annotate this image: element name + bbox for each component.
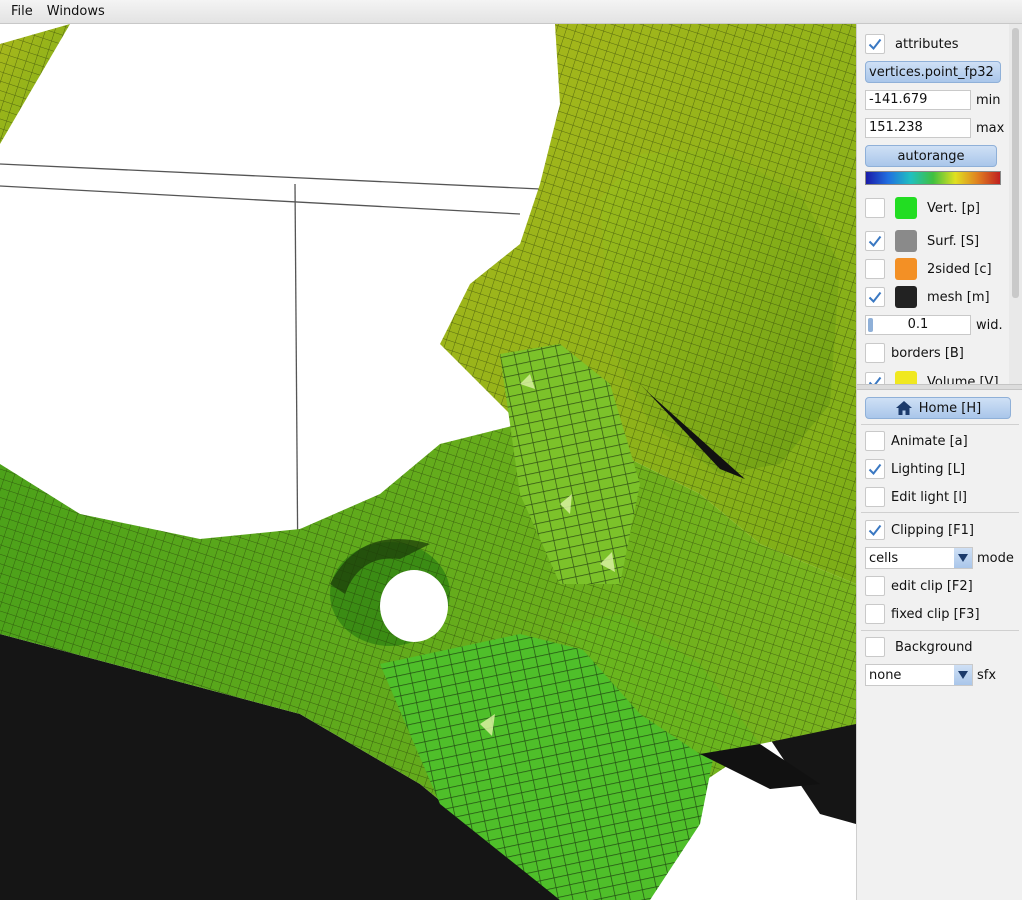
mesh-color-swatch[interactable] <box>895 286 917 308</box>
edit-clip-label: edit clip [F2] <box>891 578 973 594</box>
control-panel: attributes vertices.point_fp32 -141.679 … <box>856 24 1022 900</box>
min-label: min <box>976 92 1001 108</box>
fixed-clip-label: fixed clip [F3] <box>891 606 980 622</box>
home-label: Home [H] <box>918 400 982 416</box>
clip-mode-select[interactable]: cells <box>865 547 973 569</box>
borders-toggle[interactable]: borders [B] <box>865 341 964 365</box>
menu-file[interactable]: File <box>0 0 40 24</box>
lighting-label: Lighting [L] <box>891 461 966 477</box>
sfx-select[interactable]: none <box>865 664 973 686</box>
layer-vertices[interactable]: Vert. [p] <box>865 196 980 220</box>
vertices-label: Vert. [p] <box>927 200 980 216</box>
clipping-toggle[interactable]: Clipping [F1] <box>865 518 974 542</box>
check-icon <box>868 463 882 476</box>
width-value: 0.1 <box>907 317 929 332</box>
scrollbar-thumb[interactable] <box>1012 28 1019 298</box>
2sided-color-swatch[interactable] <box>895 258 917 280</box>
max-label: max <box>976 120 1005 136</box>
mesh-render <box>0 24 856 900</box>
check-icon <box>868 291 882 304</box>
clip-mode-label: mode <box>977 550 1014 566</box>
layer-mesh[interactable]: mesh [m] <box>865 285 990 309</box>
home-button[interactable]: Home [H] <box>865 397 1011 419</box>
background-label: Background <box>895 639 973 655</box>
animate-checkbox[interactable] <box>865 431 885 451</box>
3d-viewport[interactable] <box>0 24 856 900</box>
background-checkbox[interactable] <box>865 637 885 657</box>
2sided-checkbox[interactable] <box>865 259 885 279</box>
edit-light-label: Edit light [l] <box>891 489 968 505</box>
attributes-label: attributes <box>895 36 959 52</box>
check-icon <box>868 235 882 248</box>
volume-checkbox[interactable] <box>865 372 885 384</box>
sfx-label: sfx <box>977 667 997 683</box>
2sided-label: 2sided [c] <box>927 261 992 277</box>
fixed-clip-toggle[interactable]: fixed clip [F3] <box>865 602 980 626</box>
vertices-checkbox[interactable] <box>865 198 885 218</box>
attribute-selector[interactable]: vertices.point_fp32 <box>865 61 1001 83</box>
volume-toggle[interactable]: Volume [V] <box>865 370 999 384</box>
check-icon <box>868 38 882 51</box>
fixed-clip-checkbox[interactable] <box>865 604 885 624</box>
clipping-label: Clipping [F1] <box>891 522 974 538</box>
sfx-value: none <box>869 667 902 683</box>
colormap-bar[interactable] <box>865 171 1001 185</box>
attributes-section: attributes vertices.point_fp32 -141.679 … <box>857 24 1009 384</box>
width-label: wid. <box>976 317 1003 333</box>
chevron-down-icon <box>954 548 972 568</box>
layer-surface[interactable]: Surf. [S] <box>865 229 979 253</box>
volume-label: Volume [V] <box>927 374 999 385</box>
volume-color-swatch[interactable] <box>895 371 917 384</box>
surface-checkbox[interactable] <box>865 231 885 251</box>
width-slider-handle[interactable] <box>868 318 873 332</box>
clipping-checkbox[interactable] <box>865 520 885 540</box>
clip-mode-value: cells <box>869 550 899 566</box>
mesh-label: mesh [m] <box>927 289 990 305</box>
panel-scrollbar[interactable] <box>1009 24 1022 384</box>
lighting-checkbox[interactable] <box>865 459 885 479</box>
attributes-toggle[interactable]: attributes <box>865 32 958 56</box>
borders-label: borders [B] <box>891 345 964 361</box>
layer-2sided[interactable]: 2sided [c] <box>865 257 992 281</box>
check-icon <box>868 524 882 537</box>
min-field[interactable]: -141.679 <box>865 90 971 110</box>
background-toggle[interactable]: Background <box>865 635 973 659</box>
attributes-checkbox[interactable] <box>865 34 885 54</box>
mesh-checkbox[interactable] <box>865 287 885 307</box>
home-icon <box>895 401 912 415</box>
borders-checkbox[interactable] <box>865 343 885 363</box>
autorange-button[interactable]: autorange <box>865 145 997 167</box>
view-section: Home [H] Animate [a] Lighting [L] Edit l… <box>857 390 1022 900</box>
lighting-toggle[interactable]: Lighting [L] <box>865 457 965 481</box>
surface-color-swatch[interactable] <box>895 230 917 252</box>
surface-label: Surf. [S] <box>927 233 980 249</box>
chevron-down-icon <box>954 665 972 685</box>
menu-windows[interactable]: Windows <box>40 0 112 24</box>
check-icon <box>868 376 882 384</box>
vertices-color-swatch[interactable] <box>895 197 917 219</box>
edit-clip-checkbox[interactable] <box>865 576 885 596</box>
max-field[interactable]: 151.238 <box>865 118 971 138</box>
width-slider[interactable]: 0.1 <box>865 315 971 335</box>
edit-clip-toggle[interactable]: edit clip [F2] <box>865 574 973 598</box>
animate-toggle[interactable]: Animate [a] <box>865 429 968 453</box>
animate-label: Animate [a] <box>891 433 968 449</box>
edit-light-toggle[interactable]: Edit light [l] <box>865 485 967 509</box>
edit-light-checkbox[interactable] <box>865 487 885 507</box>
menu-bar: File Windows <box>0 0 1022 24</box>
